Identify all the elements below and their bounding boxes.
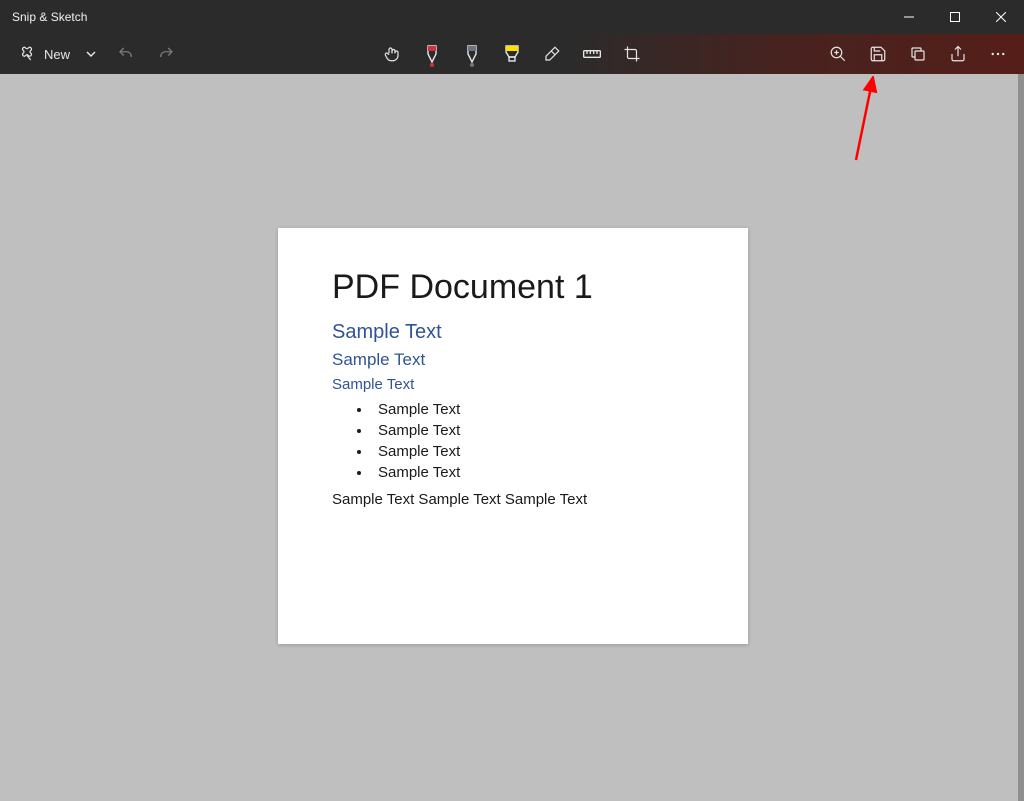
heading-2: Sample Text: [332, 321, 694, 344]
zoom-button[interactable]: [818, 34, 858, 74]
new-snip-dropdown[interactable]: [76, 34, 106, 74]
touch-writing-button[interactable]: [372, 34, 412, 74]
snip-icon: [18, 45, 36, 63]
close-button[interactable]: [978, 0, 1024, 34]
canvas-area[interactable]: PDF Document 1 Sample Text Sample Text S…: [0, 74, 1024, 801]
list-item: Sample Text: [372, 420, 694, 441]
eraser-button[interactable]: [532, 34, 572, 74]
maximize-button[interactable]: [932, 0, 978, 34]
app-title: Snip & Sketch: [0, 10, 87, 24]
undo-button[interactable]: [106, 34, 146, 74]
more-button[interactable]: [978, 34, 1018, 74]
new-button-label: New: [44, 47, 70, 62]
vertical-scrollbar[interactable]: [1018, 74, 1024, 801]
pencil-button[interactable]: [452, 34, 492, 74]
minimize-button[interactable]: [886, 0, 932, 34]
bullet-list: Sample Text Sample Text Sample Text Samp…: [372, 399, 694, 483]
toolbar: New: [0, 34, 1024, 74]
captured-document: PDF Document 1 Sample Text Sample Text S…: [278, 228, 748, 644]
redo-button[interactable]: [146, 34, 186, 74]
heading-3: Sample Text: [332, 350, 694, 370]
app-window: Snip & Sketch New: [0, 0, 1024, 801]
ruler-button[interactable]: [572, 34, 612, 74]
toolbar-center-group: [372, 34, 652, 74]
highlighter-button[interactable]: [492, 34, 532, 74]
copy-button[interactable]: [898, 34, 938, 74]
new-snip-button[interactable]: New: [8, 34, 76, 74]
ballpoint-color-indicator: [430, 63, 434, 67]
toolbar-left-group: New: [0, 34, 186, 74]
annotation-arrow: [848, 76, 888, 166]
paragraph: Sample Text Sample Text Sample Text: [332, 491, 694, 508]
title-bar: Snip & Sketch: [0, 0, 1024, 34]
ballpoint-pen-button[interactable]: [412, 34, 452, 74]
crop-button[interactable]: [612, 34, 652, 74]
list-item: Sample Text: [372, 441, 694, 462]
window-controls: [886, 0, 1024, 34]
heading-4: Sample Text: [332, 376, 694, 393]
list-item: Sample Text: [372, 399, 694, 420]
save-button[interactable]: [858, 34, 898, 74]
share-button[interactable]: [938, 34, 978, 74]
toolbar-right-group: [818, 34, 1024, 74]
pencil-color-indicator: [470, 63, 474, 67]
document-title: PDF Document 1: [332, 268, 694, 307]
list-item: Sample Text: [372, 462, 694, 483]
